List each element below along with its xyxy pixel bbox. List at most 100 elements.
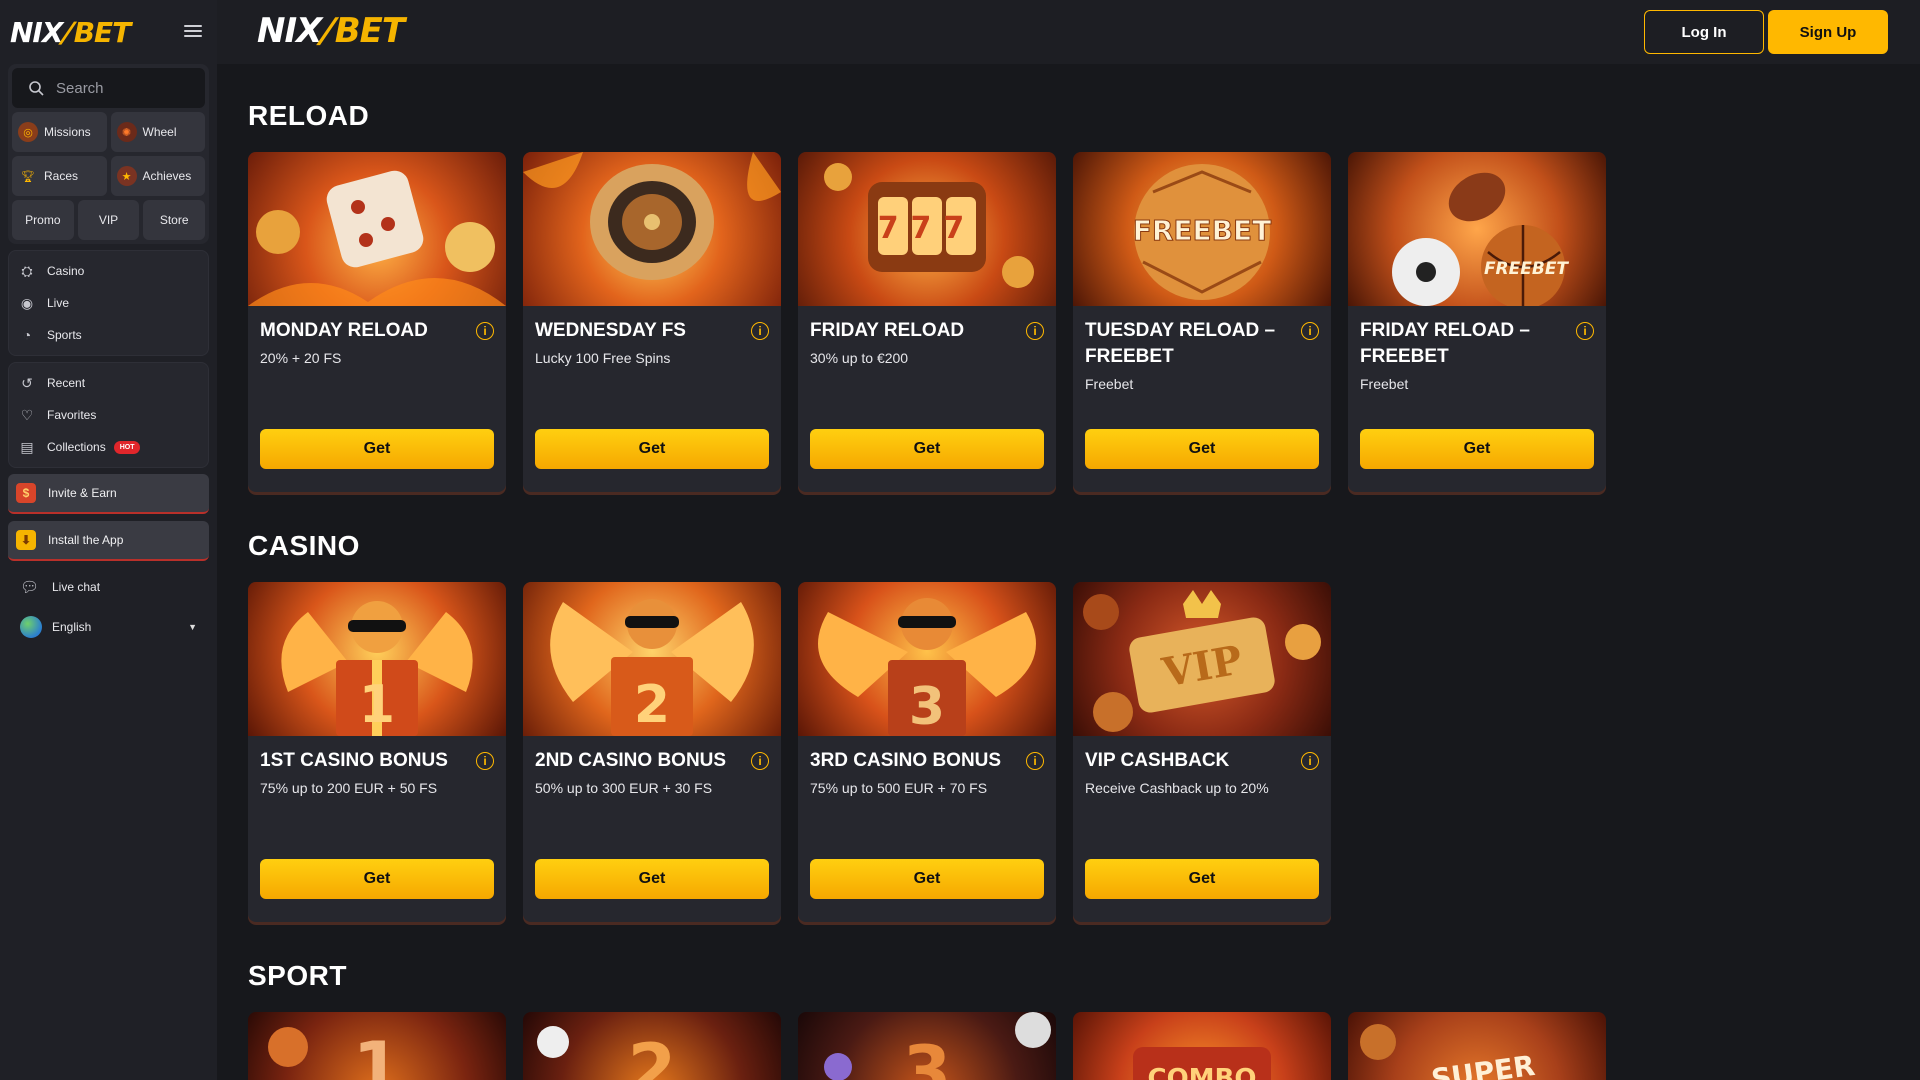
get-button[interactable]: Get — [1360, 429, 1594, 469]
search-icon — [29, 81, 44, 96]
promo-card: VIP VIP CASHBACK Receive Cashback up to 2… — [1073, 582, 1331, 922]
info-icon[interactable]: i — [1026, 752, 1044, 770]
heart-icon: ♡ — [20, 406, 34, 423]
sidebar: NIX/BET Search ◎ Missions ✺ Wheel 🏆︎ Rac… — [0, 0, 217, 1080]
promo-subtitle: 30% up to €200 — [810, 350, 909, 366]
promo-card: 3 3RD CASINO BONUS 75% up to 500 EUR + 70… — [798, 582, 1056, 922]
get-button[interactable]: Get — [260, 429, 494, 469]
live-icon: ◉ — [20, 294, 34, 311]
live-chat-button[interactable]: 💬︎ Live chat — [0, 567, 217, 607]
secondary-nav: ↺ Recent ♡ Favorites ▤ Collections HOT — [8, 362, 209, 468]
achieves-button[interactable]: ★ Achieves — [110, 156, 205, 196]
promotions-content: RELOAD MONDAY RELOAD 20% + 20 FS i Get WE… — [248, 64, 1898, 1080]
info-icon[interactable]: i — [751, 752, 769, 770]
top-header: NIX/BET Log In Sign Up — [217, 0, 1920, 64]
promo-subtitle: 75% up to 200 EUR + 50 FS — [260, 780, 438, 796]
freebet-text: FREEBET — [1484, 259, 1569, 279]
promo-image-gift-1: 1 — [248, 582, 506, 736]
missions-button[interactable]: ◎ Missions — [12, 112, 107, 152]
info-icon[interactable]: i — [751, 322, 769, 340]
info-icon[interactable]: i — [1301, 752, 1319, 770]
promo-subtitle: Receive Cashback up to 20% — [1085, 780, 1269, 796]
slot-digits: 777 — [878, 211, 977, 246]
promo-subtitle: Freebet — [1360, 376, 1409, 392]
info-icon[interactable]: i — [1301, 322, 1319, 340]
sport-card-image[interactable]: 3 — [798, 1012, 1056, 1080]
section-title: CASINO — [248, 530, 360, 561]
nav-recent[interactable]: ↺ Recent — [9, 367, 208, 399]
sport-number: 1 — [353, 1027, 402, 1080]
promo-image-vip: VIP — [1073, 582, 1331, 736]
history-icon: ↺ — [21, 374, 33, 391]
nav-collections[interactable]: ▤ Collections HOT — [9, 431, 208, 463]
promo-title: 2ND CASINO BONUS 50% up to 300 EUR + 30 F… — [535, 748, 735, 798]
promo-image-slot: 777 — [798, 152, 1056, 306]
promo-title: MONDAY RELOAD 20% + 20 FS — [260, 318, 460, 368]
section-title: SPORT — [248, 960, 347, 991]
promo-image-roulette — [523, 152, 781, 306]
promo-title: 3RD CASINO BONUS 75% up to 500 EUR + 70 F… — [810, 748, 1010, 798]
signup-button[interactable]: Sign Up — [1768, 10, 1888, 54]
get-button[interactable]: Get — [1085, 429, 1319, 469]
get-button[interactable]: Get — [535, 429, 769, 469]
get-button[interactable]: Get — [810, 859, 1044, 899]
sport-card-image[interactable]: 2 — [523, 1012, 781, 1080]
sport-card-image[interactable]: 1 — [248, 1012, 506, 1080]
info-icon[interactable]: i — [476, 322, 494, 340]
header-logo[interactable]: NIX/BET — [257, 11, 405, 51]
promo-title: FRIDAY RELOAD 30% up to €200 — [810, 318, 1010, 368]
sidebar-header: NIX/BET — [0, 0, 217, 64]
caret-down-icon: ▼ — [188, 622, 197, 632]
promo-card: 777 FRIDAY RELOAD 30% up to €200 i Get — [798, 152, 1056, 492]
main-nav: ⛭ Casino ◉ Live ◔ Sports — [8, 250, 209, 356]
promo-title: VIP CASHBACK Receive Cashback up to 20% — [1085, 748, 1285, 798]
casino-chip-icon: ⛭ — [21, 262, 33, 279]
promo-subtitle: 75% up to 500 EUR + 70 FS — [810, 780, 988, 796]
wheel-button[interactable]: ✺ Wheel — [110, 112, 205, 152]
globe-icon — [20, 616, 42, 638]
tab-vip[interactable]: VIP — [77, 200, 140, 240]
language-select[interactable]: English ▼ — [0, 607, 217, 647]
get-button[interactable]: Get — [1085, 859, 1319, 899]
install-app-button[interactable]: ⬇ Install the App — [8, 521, 209, 561]
races-button[interactable]: 🏆︎ Races — [12, 156, 107, 196]
info-icon[interactable]: i — [1576, 322, 1594, 340]
logo[interactable]: NIX/BET — [10, 16, 131, 49]
nav-casino[interactable]: ⛭ Casino — [9, 255, 208, 287]
info-icon[interactable]: i — [1026, 322, 1044, 340]
promo-card: FREEBET TUESDAY RELOAD – FREEBET Freebet … — [1073, 152, 1331, 492]
promo-subtitle: Freebet — [1085, 376, 1134, 392]
get-button[interactable]: Get — [810, 429, 1044, 469]
super-text: SUPER — [1429, 1049, 1537, 1080]
nav-favorites[interactable]: ♡ Favorites — [9, 399, 208, 431]
gift-number: 1 — [359, 675, 395, 735]
promo-title: FRIDAY RELOAD – FREEBET Freebet — [1360, 318, 1560, 394]
tab-promo[interactable]: Promo — [12, 200, 74, 240]
sport-number: 2 — [628, 1029, 677, 1080]
missions-icon: ◎ — [18, 122, 38, 142]
get-button[interactable]: Get — [260, 859, 494, 899]
sport-card-image[interactable]: SUPER — [1348, 1012, 1606, 1080]
promo-image-dice — [248, 152, 506, 306]
nav-sports[interactable]: ◔ Sports — [9, 319, 208, 351]
info-icon[interactable]: i — [476, 752, 494, 770]
nav-live[interactable]: ◉ Live — [9, 287, 208, 319]
casino-section: CASINO 1 1ST CASINO BONUS 75% up to 200 E… — [248, 520, 1898, 922]
promo-image-freebet-ball: FREEBET — [1073, 152, 1331, 306]
quick-panel: Search ◎ Missions ✺ Wheel 🏆︎ Races ★ Ach… — [8, 64, 209, 244]
login-button[interactable]: Log In — [1644, 10, 1764, 54]
get-button[interactable]: Get — [535, 859, 769, 899]
gift-number: 2 — [634, 675, 670, 735]
gift-number: 3 — [909, 677, 945, 736]
wheel-icon: ✺ — [116, 122, 137, 142]
search-input[interactable]: Search — [12, 68, 205, 108]
download-icon: ⬇ — [16, 530, 36, 550]
reload-section: RELOAD MONDAY RELOAD 20% + 20 FS i Get WE… — [248, 90, 1898, 492]
promo-card: 2 2ND CASINO BONUS 50% up to 300 EUR + 30… — [523, 582, 781, 922]
chat-icon: 💬︎ — [20, 579, 40, 596]
invite-earn-button[interactable]: $ Invite & Earn — [8, 474, 209, 514]
tab-store[interactable]: Store — [143, 200, 205, 240]
sport-card-image[interactable]: COMBO — [1073, 1012, 1331, 1080]
promo-title: TUESDAY RELOAD – FREEBET Freebet — [1085, 318, 1285, 394]
menu-icon[interactable] — [184, 22, 202, 40]
